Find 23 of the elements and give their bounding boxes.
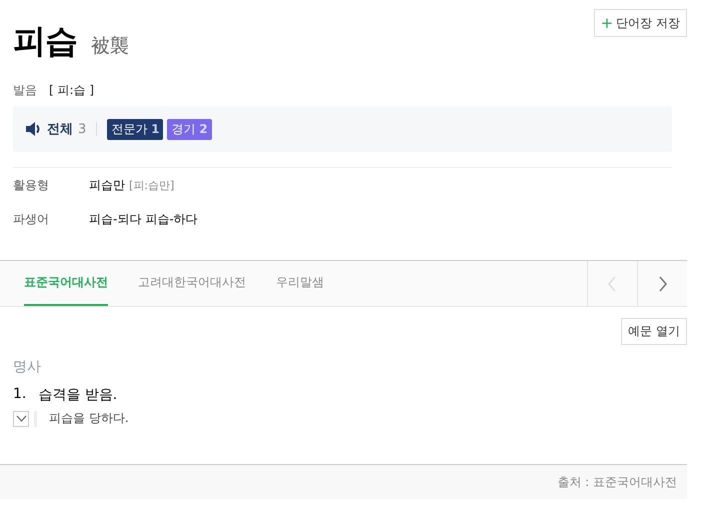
form-label: 활용형 — [13, 176, 50, 194]
headword: 피습 — [13, 20, 77, 62]
audio-tag[interactable]: 경기 2 — [167, 118, 212, 140]
word-link[interactable]: 피습만 — [89, 176, 125, 194]
form-label: 파생어 — [13, 210, 50, 228]
expand-toggle[interactable] — [13, 410, 29, 426]
pronunciation-text: [ 피:습 ] — [49, 82, 94, 99]
open-examples-button[interactable]: 예문 열기 — [621, 318, 687, 345]
word-link[interactable]: 피습-되다 — [89, 210, 142, 228]
hanja-text: 被襲 — [91, 34, 129, 59]
example-text: 피습을 당하다. — [49, 410, 129, 427]
form-pronunciation: [피:습만] — [129, 178, 174, 192]
audio-count: 3 — [78, 122, 86, 136]
sense-number: 1. — [13, 386, 26, 404]
pronunciation-label: 발음 — [13, 82, 37, 99]
part-of-speech: 명사 — [12, 358, 42, 376]
audio-tag[interactable]: 전문가 1 — [107, 118, 164, 140]
word-link[interactable]: 피습-하다 — [145, 210, 198, 228]
save-to-wordbook-button[interactable]: + 단어장 저장 — [594, 9, 687, 37]
source-text: 출처 : 표준국어대사전 — [557, 474, 677, 490]
play-all-button[interactable]: 전체 — [25, 120, 73, 138]
chevron-down-icon — [16, 415, 26, 422]
definition-text: 습격을 받음. — [38, 386, 118, 404]
